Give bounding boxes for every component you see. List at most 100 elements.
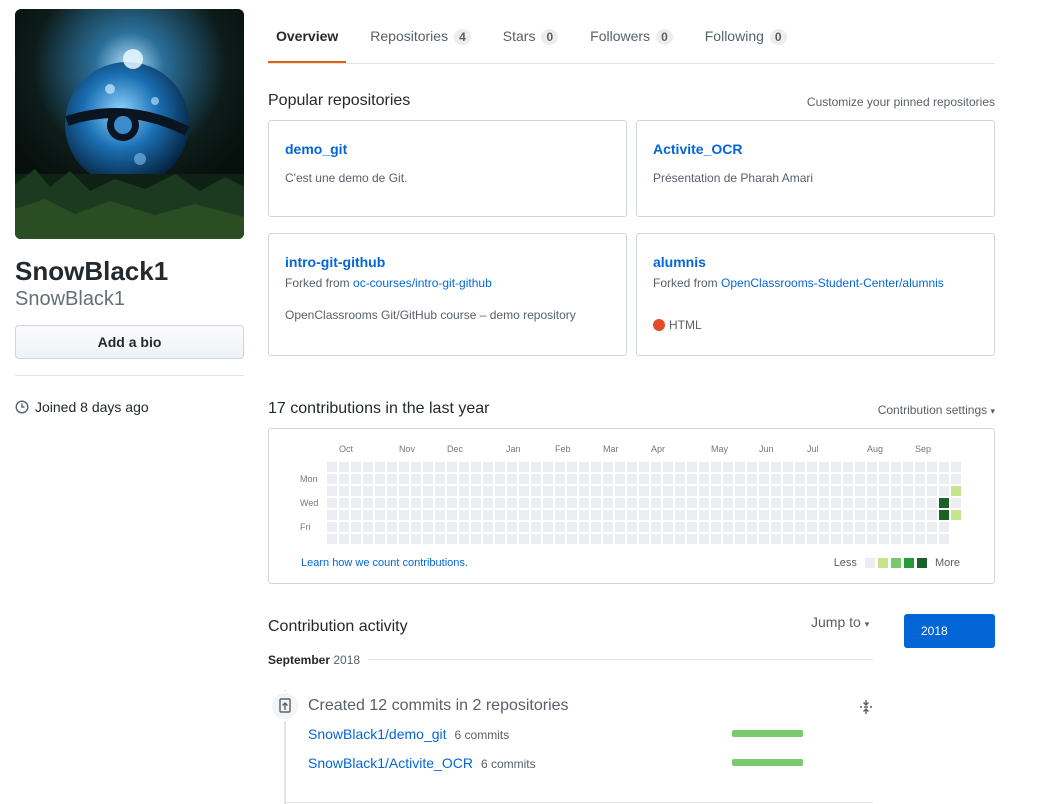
contribution-day[interactable]	[375, 486, 385, 496]
contribution-day[interactable]	[495, 498, 505, 508]
contribution-day[interactable]	[795, 522, 805, 532]
contribution-day[interactable]	[399, 498, 409, 508]
contribution-day[interactable]	[759, 534, 769, 544]
contribution-day[interactable]	[543, 474, 553, 484]
contribution-day[interactable]	[375, 498, 385, 508]
contribution-day[interactable]	[699, 462, 709, 472]
contribution-day[interactable]	[387, 486, 397, 496]
contribution-day[interactable]	[831, 510, 841, 520]
contribution-day[interactable]	[531, 534, 541, 544]
contribution-day[interactable]	[879, 474, 889, 484]
contribution-day[interactable]	[843, 462, 853, 472]
contribution-day[interactable]	[699, 498, 709, 508]
contribution-day[interactable]	[543, 510, 553, 520]
contribution-day[interactable]	[411, 474, 421, 484]
contribution-day[interactable]	[879, 462, 889, 472]
contribution-day[interactable]	[891, 486, 901, 496]
contribution-day[interactable]	[411, 534, 421, 544]
contribution-day[interactable]	[447, 474, 457, 484]
contribution-day[interactable]	[807, 462, 817, 472]
contribution-day[interactable]	[327, 498, 337, 508]
contribution-day[interactable]	[579, 510, 589, 520]
contribution-day[interactable]	[639, 486, 649, 496]
contribution-day[interactable]	[747, 498, 757, 508]
contribution-day[interactable]	[627, 522, 637, 532]
contribution-day[interactable]	[603, 498, 613, 508]
contribution-day[interactable]	[663, 486, 673, 496]
contribution-day[interactable]	[435, 498, 445, 508]
contribution-day[interactable]	[927, 486, 937, 496]
contribution-day[interactable]	[399, 510, 409, 520]
contribution-day[interactable]	[411, 522, 421, 532]
contribution-day[interactable]	[339, 498, 349, 508]
contribution-day[interactable]	[327, 474, 337, 484]
contribution-day[interactable]	[387, 462, 397, 472]
contribution-day[interactable]	[555, 510, 565, 520]
contribution-day[interactable]	[867, 498, 877, 508]
contribution-day[interactable]	[327, 534, 337, 544]
contribution-day[interactable]	[771, 498, 781, 508]
contribution-day[interactable]	[483, 474, 493, 484]
contribution-day[interactable]	[951, 474, 961, 484]
contribution-day[interactable]	[507, 474, 517, 484]
contribution-day[interactable]	[795, 534, 805, 544]
contribution-day[interactable]	[327, 510, 337, 520]
contribution-day[interactable]	[519, 534, 529, 544]
contribution-day[interactable]	[795, 474, 805, 484]
contribution-day[interactable]	[423, 510, 433, 520]
contribution-day[interactable]	[723, 534, 733, 544]
contribution-day[interactable]	[807, 522, 817, 532]
contribution-day[interactable]	[639, 534, 649, 544]
contribution-day[interactable]	[651, 534, 661, 544]
contribution-day[interactable]	[411, 462, 421, 472]
contribution-day[interactable]	[879, 510, 889, 520]
contribution-day[interactable]	[939, 498, 949, 508]
contribution-day[interactable]	[423, 474, 433, 484]
contribution-day[interactable]	[711, 474, 721, 484]
contribution-day[interactable]	[903, 510, 913, 520]
contribution-day[interactable]	[891, 522, 901, 532]
contribution-day[interactable]	[531, 522, 541, 532]
contribution-day[interactable]	[399, 462, 409, 472]
contribution-day[interactable]	[459, 534, 469, 544]
contribution-day[interactable]	[735, 486, 745, 496]
contribution-day[interactable]	[699, 486, 709, 496]
contribution-day[interactable]	[687, 474, 697, 484]
contribution-day[interactable]	[903, 486, 913, 496]
contribution-day[interactable]	[603, 486, 613, 496]
contribution-day[interactable]	[387, 510, 397, 520]
contribution-day[interactable]	[843, 474, 853, 484]
contribution-day[interactable]	[399, 474, 409, 484]
contribution-day[interactable]	[351, 498, 361, 508]
contribution-day[interactable]	[795, 462, 805, 472]
contribution-day[interactable]	[747, 486, 757, 496]
contribution-day[interactable]	[567, 510, 577, 520]
contribution-day[interactable]	[375, 462, 385, 472]
contribution-day[interactable]	[879, 522, 889, 532]
contribution-day[interactable]	[651, 474, 661, 484]
contribution-day[interactable]	[759, 522, 769, 532]
add-bio-button[interactable]: Add a bio	[15, 325, 244, 359]
contribution-day[interactable]	[915, 474, 925, 484]
contribution-day[interactable]	[459, 498, 469, 508]
contribution-day[interactable]	[363, 510, 373, 520]
contribution-day[interactable]	[483, 462, 493, 472]
contribution-day[interactable]	[675, 462, 685, 472]
contribution-day[interactable]	[375, 474, 385, 484]
contribution-day[interactable]	[747, 474, 757, 484]
contribution-day[interactable]	[471, 522, 481, 532]
contribution-day[interactable]	[915, 510, 925, 520]
contribution-day[interactable]	[855, 462, 865, 472]
contribution-day[interactable]	[519, 462, 529, 472]
contribution-day[interactable]	[651, 486, 661, 496]
contribution-day[interactable]	[519, 486, 529, 496]
contribution-day[interactable]	[531, 486, 541, 496]
commit-repo-link[interactable]: SnowBlack1/Activite_OCR	[308, 755, 473, 771]
contribution-day[interactable]	[363, 498, 373, 508]
contribution-day[interactable]	[723, 498, 733, 508]
contribution-day[interactable]	[723, 474, 733, 484]
contribution-day[interactable]	[423, 498, 433, 508]
contribution-day[interactable]	[939, 522, 949, 532]
contribution-day[interactable]	[831, 498, 841, 508]
contribution-day[interactable]	[843, 522, 853, 532]
